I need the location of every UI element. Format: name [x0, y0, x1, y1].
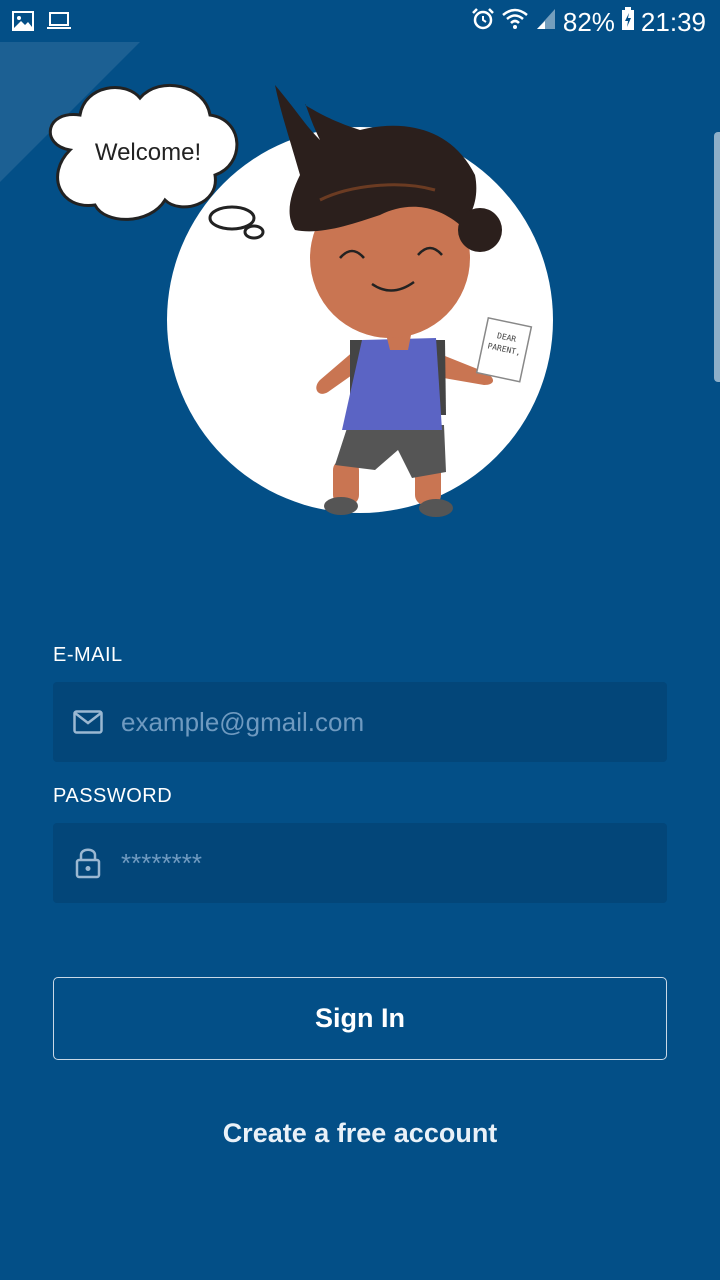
status-right-icons: 82% 21:39: [471, 6, 706, 38]
lock-icon: [73, 848, 103, 879]
welcome-illustration: Welcome! DEAR PARENT,: [48, 83, 553, 517]
battery-charging-icon: [621, 6, 635, 38]
signal-icon: [535, 7, 557, 38]
battery-percent: 82%: [562, 6, 615, 37]
wifi-icon: [501, 7, 529, 38]
sign-in-button[interactable]: Sign In: [53, 977, 667, 1060]
thought-bubble: Welcome!: [48, 83, 265, 240]
status-bar: 82% 21:39: [0, 0, 720, 44]
create-account-link[interactable]: Create a free account: [0, 1118, 720, 1149]
clock-time: 21:39: [640, 6, 706, 37]
password-input[interactable]: [119, 832, 667, 894]
password-field[interactable]: [53, 823, 667, 903]
laptop-icon: [46, 7, 72, 38]
mail-icon: [73, 707, 103, 737]
email-input[interactable]: [119, 691, 667, 753]
status-left-icons: [12, 7, 72, 38]
email-field[interactable]: [53, 682, 667, 762]
speech-bubble-text: Welcome!: [95, 139, 201, 166]
password-label: PASSWORD: [53, 785, 173, 807]
image-icon: [12, 7, 34, 38]
email-label: E-MAIL: [53, 644, 123, 666]
alarm-icon: [471, 7, 495, 38]
